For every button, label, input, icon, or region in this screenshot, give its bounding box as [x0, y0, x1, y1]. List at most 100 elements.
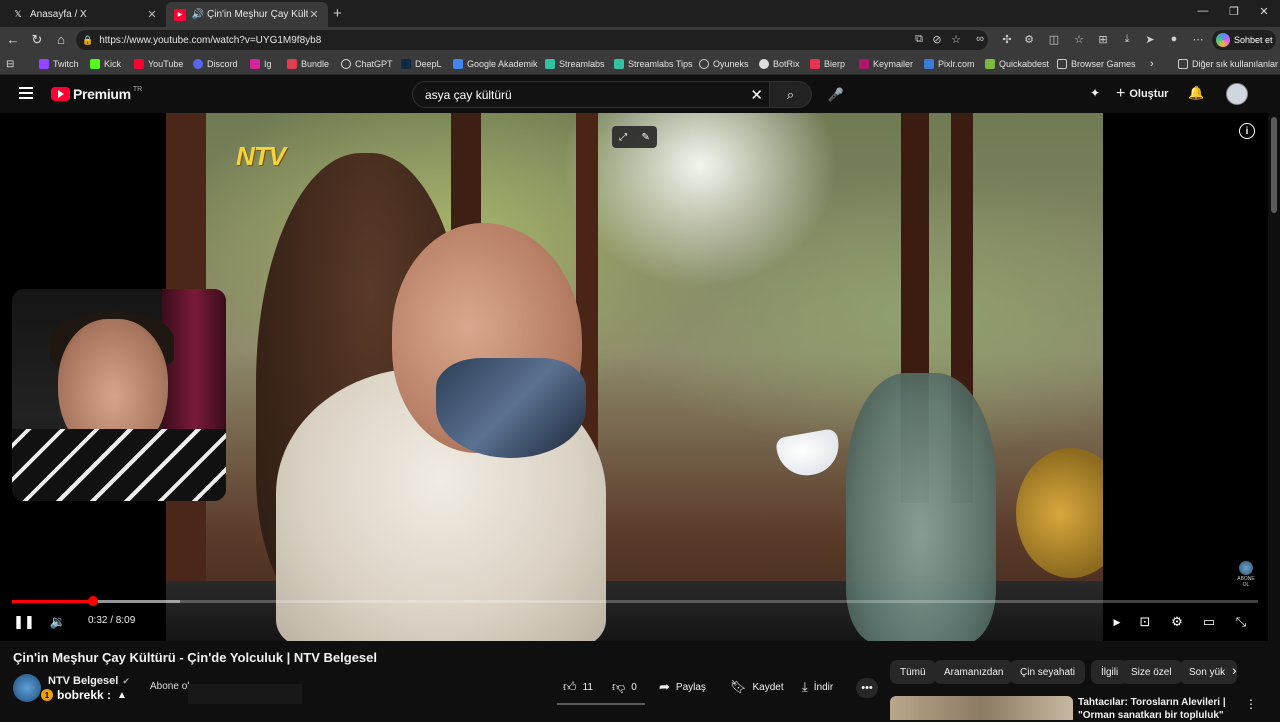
like-button[interactable]: 👍︎ 11	[563, 675, 593, 699]
chip-for-you[interactable]: Size özel	[1121, 660, 1182, 684]
x-icon: 𝕏	[14, 9, 22, 19]
app-available-icon[interactable]: ⧉	[912, 33, 926, 46]
autoplay-toggle[interactable]: ▶	[1110, 613, 1124, 631]
subscribe-button[interactable]: Abone ol	[150, 681, 189, 692]
settings-button[interactable]: ⚙	[1168, 613, 1186, 631]
back-icon[interactable]: ←	[5, 32, 21, 47]
close-tab-icon[interactable]: ✕	[146, 8, 158, 21]
search-button[interactable]: ⌕	[770, 81, 812, 108]
fullscreen-button[interactable]: ⤡	[1232, 613, 1250, 631]
bookmark-streamlabs[interactable]: Streamlabs	[545, 57, 605, 71]
bookmark-ig[interactable]: Ig	[250, 57, 272, 71]
bookmark-botrix[interactable]: BotRix	[759, 57, 800, 71]
bookmark-youtube[interactable]: YouTube	[134, 57, 183, 71]
bookmark-discord[interactable]: Discord	[193, 57, 238, 71]
recommended-thumbnail[interactable]	[890, 696, 1073, 720]
pause-button[interactable]: ❚❚	[13, 613, 35, 631]
voice-search-icon[interactable]: 🎤	[823, 82, 849, 108]
more-actions-icon[interactable]: •••	[856, 678, 878, 698]
tracking-icon[interactable]: ⊘	[930, 33, 944, 46]
save-button[interactable]: 🔖︎ Kaydet	[730, 675, 784, 699]
chip-all[interactable]: Tümü	[890, 660, 936, 684]
channel-avatar[interactable]	[13, 674, 41, 702]
bookmark-kick[interactable]: Kick	[90, 57, 121, 71]
close-tab-icon[interactable]: ✕	[308, 8, 320, 21]
bookmark-twitch[interactable]: Twitch	[39, 57, 79, 71]
more-menu-icon[interactable]: ⋯	[1191, 33, 1205, 46]
player-overlay-buttons[interactable]: ⤢ ✎	[612, 126, 657, 148]
create-button[interactable]: + Oluştur	[1116, 84, 1168, 104]
scrollbar-thumb[interactable]	[1271, 117, 1277, 213]
menu-icon[interactable]	[19, 87, 33, 99]
extension-icon[interactable]: ∞	[973, 33, 987, 45]
info-icon[interactable]: i	[1239, 123, 1255, 139]
chip-recent[interactable]: Son yük	[1179, 660, 1237, 684]
recommended-title[interactable]: Tahtacılar: Torosların Alevileri | "Orma…	[1078, 696, 1238, 722]
bookmarks-overflow-chevron-icon[interactable]: ›	[1150, 57, 1154, 71]
url-text: https://www.youtube.com/watch?v=UYG1M9f8…	[99, 34, 322, 46]
refresh-icon[interactable]: ↻	[29, 32, 45, 48]
download-icon[interactable]: ⤓	[1120, 33, 1134, 46]
chip-from-search[interactable]: Aramanızdan	[934, 660, 1014, 684]
new-tab-button[interactable]: +	[333, 5, 342, 22]
theater-mode-button[interactable]: ▭	[1200, 613, 1218, 631]
progress-bar[interactable]	[12, 596, 1258, 606]
apps-icon[interactable]: ✦	[1090, 86, 1100, 100]
bookmark-label: Kick	[104, 59, 122, 69]
download-button[interactable]: ⤓ İndir	[802, 675, 833, 699]
page-scrollbar[interactable]	[1268, 113, 1280, 720]
miniplayer-icon[interactable]: ⤢	[619, 132, 627, 143]
account-avatar[interactable]	[1226, 83, 1248, 105]
bierp-icon	[810, 59, 820, 69]
subscribe-watermark[interactable]: ABONE OL	[1236, 561, 1256, 588]
bookmark-browser-games[interactable]: Browser Games	[1057, 57, 1136, 71]
chevron-right-icon[interactable]: ›	[1232, 662, 1237, 678]
minimize-button[interactable]: —	[1193, 5, 1213, 17]
bookmark-streamlabs-tips[interactable]: Streamlabs Tips	[614, 57, 693, 71]
bookmark-deepl[interactable]: DeepL	[401, 57, 442, 71]
tab-x[interactable]: 𝕏 Anasayfa / X ✕	[4, 2, 166, 27]
split-screen-icon[interactable]: ◫	[1047, 33, 1061, 46]
bookmark-google-akademik[interactable]: Google Akademik	[453, 57, 538, 71]
favorites-icon[interactable]: ☆	[1072, 33, 1086, 46]
volume-button[interactable]: 🔉	[49, 613, 67, 631]
favorite-star-icon[interactable]: ☆	[949, 33, 963, 46]
notifications-bell-icon[interactable]: 🔔	[1188, 85, 1204, 101]
youtube-logo[interactable]: Premium TR	[51, 86, 142, 102]
bookmark-quickabdest[interactable]: Quickabdest	[985, 57, 1049, 71]
copilot-button[interactable]: Sohbet et	[1212, 30, 1276, 50]
tab-youtube[interactable]: ▶ 🔊 Çin'in Meşhur Çay Kültürü - Ç ✕	[166, 2, 328, 27]
bookmark-label: Pixlr.com	[938, 59, 975, 69]
share-icon[interactable]: ➤	[1143, 33, 1157, 46]
bookmark-bundle[interactable]: Bundle	[287, 57, 329, 71]
puzzle-icon[interactable]: ✣	[1000, 33, 1014, 46]
bookmark-bierp[interactable]: Bierp	[810, 57, 845, 71]
scrubber-knob[interactable]	[87, 596, 98, 606]
profile-icon[interactable]: ●	[1167, 33, 1181, 45]
url-field[interactable]: 🔒 https://www.youtube.com/watch?v=UYG1M9…	[76, 30, 988, 50]
search-input[interactable]: asya çay kültürü ✕	[412, 81, 770, 108]
recommended-more-icon[interactable]: ⋮	[1245, 697, 1257, 711]
channel-name[interactable]: NTV Belgesel ✔	[48, 675, 130, 687]
audio-icon[interactable]: 🔊	[192, 9, 204, 21]
clear-search-icon[interactable]: ✕	[750, 86, 763, 104]
subtitles-button[interactable]: ⊡	[1136, 613, 1154, 631]
bookmark-tabs-icon[interactable]: ⊟	[6, 57, 14, 71]
chat-badge-icon: 1	[41, 689, 53, 701]
dislike-button[interactable]: 👎︎ 0	[612, 675, 637, 699]
maximize-button[interactable]: ❐	[1224, 5, 1244, 18]
bookmark-oyuneks[interactable]: Oyuneks	[699, 57, 749, 71]
collections-icon[interactable]: ⊞	[1096, 33, 1110, 46]
chip-china-travel[interactable]: Çin seyahati	[1010, 660, 1086, 684]
bookmark-other[interactable]: Diğer sık kullanılanlar	[1178, 57, 1278, 71]
bookmark-chatgpt[interactable]: ChatGPT	[341, 57, 393, 71]
share-button[interactable]: ➦ Paylaş	[659, 675, 706, 699]
extensions-icon[interactable]: ⚙	[1022, 33, 1036, 46]
home-icon[interactable]: ⌂	[53, 32, 69, 47]
close-window-button[interactable]: ✕	[1254, 5, 1274, 18]
bookmark-pixlr[interactable]: Pixlr.com	[924, 57, 975, 71]
notes-icon[interactable]: ✎	[641, 132, 649, 143]
bookmark-label: Diğer sık kullanılanlar	[1192, 59, 1279, 69]
bookmark-keymailer[interactable]: Keymailer	[859, 57, 913, 71]
video-frame[interactable]: NTV	[166, 113, 1103, 641]
